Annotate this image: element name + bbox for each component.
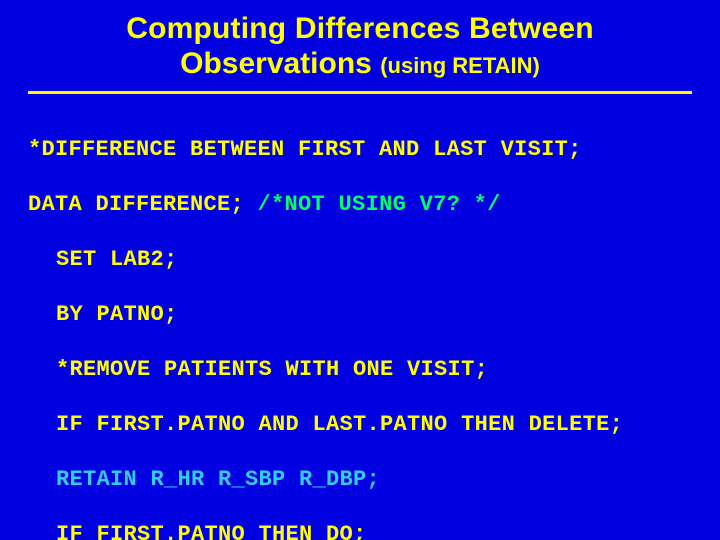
slide-title: Computing Differences Between Observatio… (28, 12, 692, 87)
code-line: IF FIRST.PATNO AND LAST.PATNO THEN DELET… (28, 411, 692, 439)
title-rule (28, 91, 692, 94)
title-line-1: Computing Differences Between (68, 12, 652, 47)
code-line: DATA DIFFERENCE; /*NOT USING V7? */ (28, 191, 692, 219)
code-line: *DIFFERENCE BETWEEN FIRST AND LAST VISIT… (28, 136, 692, 164)
title-subtitle: (using RETAIN) (380, 53, 540, 78)
code-line: BY PATNO; (28, 301, 692, 329)
slide: Computing Differences Between Observatio… (0, 0, 720, 540)
code-text: DATA DIFFERENCE; (28, 192, 258, 217)
code-line: *REMOVE PATIENTS WITH ONE VISIT; (28, 356, 692, 384)
code-line: IF FIRST.PATNO THEN DO; (28, 521, 692, 540)
code-line-retain: RETAIN R_HR R_SBP R_DBP; (28, 466, 692, 494)
code-line: SET LAB2; (28, 246, 692, 274)
title-line-2-main: Observations (180, 47, 380, 80)
title-line-2: Observations (using RETAIN) (68, 47, 652, 82)
code-block: *DIFFERENCE BETWEEN FIRST AND LAST VISIT… (28, 108, 692, 540)
code-comment: /*NOT USING V7? */ (258, 192, 501, 217)
